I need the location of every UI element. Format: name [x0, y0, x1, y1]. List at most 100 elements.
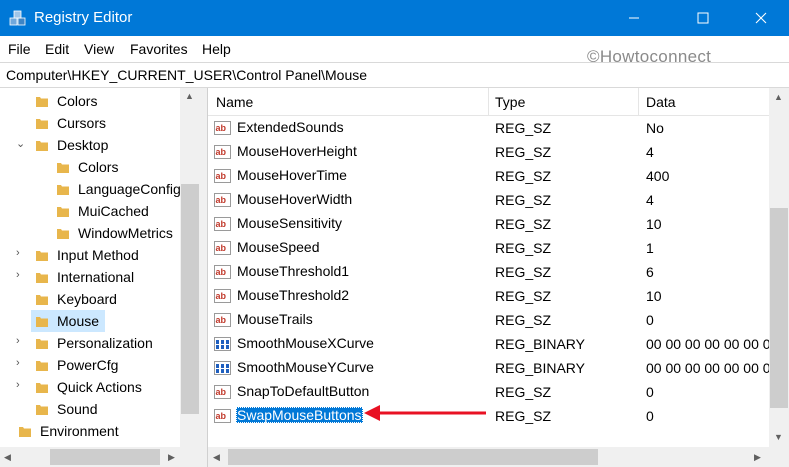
table-row[interactable]: ab SnapToDefaultButton REG_SZ 0 — [208, 380, 769, 404]
tree-item[interactable]: › Input Method — [0, 244, 180, 266]
tree-vertical-scrollbar[interactable]: ▲ — [180, 88, 200, 447]
value-type: REG_SZ — [495, 408, 552, 424]
expand-chevron-icon[interactable] — [16, 291, 28, 307]
list-horizontal-scrollbar[interactable]: ◀ ▶ — [208, 447, 769, 467]
tree-item[interactable]: LanguageConfig — [0, 178, 181, 200]
tree-item[interactable]: › Quick Actions — [0, 376, 180, 398]
tree-horizontal-scrollbar[interactable]: ◀ ▶ — [0, 447, 200, 467]
table-row[interactable]: ab MouseHoverWidth REG_SZ 4 — [208, 188, 769, 212]
tree-item[interactable]: › Personalization — [0, 332, 180, 354]
column-type-header[interactable]: Type — [495, 94, 525, 110]
expand-chevron-icon[interactable] — [37, 159, 49, 175]
scroll-right-icon[interactable]: ▶ — [168, 452, 175, 463]
address-bar[interactable]: Computer\HKEY_CURRENT_USER\Control Panel… — [0, 62, 789, 88]
list-header: Name Type Data — [208, 88, 769, 116]
scroll-corner — [180, 447, 200, 467]
menu-file[interactable]: File — [8, 41, 31, 57]
tree-item[interactable]: Keyboard — [0, 288, 180, 310]
column-data-header[interactable]: Data — [646, 94, 676, 110]
expand-chevron-icon[interactable] — [16, 93, 28, 109]
expand-chevron-icon[interactable] — [37, 225, 49, 241]
expand-chevron-icon[interactable]: › — [16, 379, 28, 395]
scroll-left-icon[interactable]: ◀ — [213, 452, 220, 463]
value-name: MouseHoverTime — [237, 167, 347, 183]
expand-chevron-icon[interactable]: › — [16, 269, 28, 285]
table-row[interactable]: ab MouseSpeed REG_SZ 1 — [208, 236, 769, 260]
folder-icon — [36, 339, 48, 349]
binary-value-icon — [214, 361, 231, 375]
expand-chevron-icon[interactable]: › — [16, 357, 28, 373]
menu-help[interactable]: Help — [202, 41, 231, 57]
tree-item[interactable]: Colors — [0, 90, 180, 112]
folder-icon — [57, 229, 69, 239]
scroll-up-icon[interactable]: ▲ — [774, 92, 783, 102]
tree-item[interactable]: › PowerCfg — [0, 354, 180, 376]
menu-favorites[interactable]: Favorites — [130, 41, 188, 57]
scroll-right-icon[interactable]: ▶ — [754, 452, 761, 463]
table-row[interactable]: ab MouseSensitivity REG_SZ 10 — [208, 212, 769, 236]
key-tree[interactable]: Colors Cursors ⌄ Desktop Colors LanguageConfi… — [0, 88, 200, 467]
column-divider[interactable] — [638, 88, 639, 116]
tree-item[interactable]: Mouse — [0, 310, 180, 332]
value-data: 4 — [646, 144, 654, 160]
svg-text:ab: ab — [216, 171, 227, 181]
menu-view[interactable]: View — [84, 41, 114, 57]
tree-item[interactable]: Sound — [0, 398, 180, 420]
scroll-left-icon[interactable]: ◀ — [4, 452, 11, 463]
expand-chevron-icon[interactable]: › — [16, 335, 28, 351]
table-row[interactable]: ab MouseThreshold2 REG_SZ 10 — [208, 284, 769, 308]
tree-item-label: Input Method — [57, 247, 139, 263]
menu-edit[interactable]: Edit — [45, 41, 69, 57]
expand-chevron-icon[interactable]: › — [16, 247, 28, 263]
expand-chevron-icon[interactable] — [37, 181, 49, 197]
tree-item[interactable]: Environment — [0, 420, 180, 442]
scroll-thumb[interactable] — [50, 449, 160, 465]
table-row[interactable]: ab MouseThreshold1 REG_SZ 6 — [208, 260, 769, 284]
tree-item[interactable]: WindowMetrics — [0, 222, 180, 244]
value-name: SmoothMouseYCurve — [237, 359, 374, 375]
column-divider[interactable] — [488, 88, 489, 116]
column-name-header[interactable]: Name — [216, 94, 253, 110]
table-row[interactable]: SmoothMouseXCurve REG_BINARY 00 00 00 00 0… — [208, 332, 769, 356]
tree-item[interactable]: ⌄ Desktop — [0, 134, 180, 156]
scroll-thumb[interactable] — [770, 208, 788, 408]
string-value-icon: ab — [214, 313, 231, 327]
expand-chevron-icon[interactable] — [16, 401, 28, 417]
scroll-thumb[interactable] — [181, 184, 199, 414]
tree-item-label: WindowMetrics — [78, 225, 173, 241]
value-type: REG_SZ — [495, 312, 552, 328]
scroll-up-icon[interactable]: ▲ — [185, 91, 194, 101]
expand-chevron-icon[interactable] — [16, 313, 28, 329]
table-row[interactable]: ab MouseTrails REG_SZ 0 — [208, 308, 769, 332]
tree-item[interactable]: MuiCached — [0, 200, 180, 222]
expand-chevron-icon[interactable] — [37, 203, 49, 219]
expanded-chevron-icon[interactable]: ⌄ — [16, 137, 28, 153]
scroll-thumb[interactable] — [228, 449, 598, 465]
expand-chevron-icon[interactable] — [0, 423, 11, 439]
folder-icon — [57, 207, 69, 217]
expand-chevron-icon[interactable] — [16, 115, 28, 131]
scroll-down-icon[interactable]: ▼ — [774, 432, 783, 442]
maximize-button[interactable] — [680, 0, 726, 36]
string-value-icon: ab — [214, 145, 231, 159]
svg-text:ab: ab — [216, 411, 227, 421]
string-value-icon: ab — [214, 217, 231, 231]
tree-item[interactable]: Cursors — [0, 112, 180, 134]
string-value-icon: ab — [214, 241, 231, 255]
table-row[interactable]: ab ExtendedSounds REG_SZ No — [208, 116, 769, 140]
folder-icon — [57, 163, 69, 173]
table-row[interactable]: SmoothMouseYCurve REG_BINARY 00 00 00 00 0… — [208, 356, 769, 380]
table-row[interactable]: ab MouseHoverTime REG_SZ 400 — [208, 164, 769, 188]
window-title: Registry Editor — [34, 9, 133, 26]
value-name: MouseHoverHeight — [237, 143, 357, 159]
tree-item[interactable]: › International — [0, 266, 180, 288]
list-vertical-scrollbar[interactable]: ▲ ▼ — [769, 88, 789, 447]
values-list[interactable]: Name Type Data ab ExtendedSounds REG_SZ Noa… — [208, 88, 769, 447]
pane-splitter[interactable] — [200, 88, 208, 467]
minimize-button[interactable] — [611, 0, 657, 36]
address-path[interactable]: Computer\HKEY_CURRENT_USER\Control Panel… — [6, 67, 367, 83]
tree-item[interactable]: Colors — [0, 156, 180, 178]
table-row[interactable]: ab MouseHoverHeight REG_SZ 4 — [208, 140, 769, 164]
value-type: REG_SZ — [495, 264, 552, 280]
close-button[interactable] — [738, 0, 784, 36]
